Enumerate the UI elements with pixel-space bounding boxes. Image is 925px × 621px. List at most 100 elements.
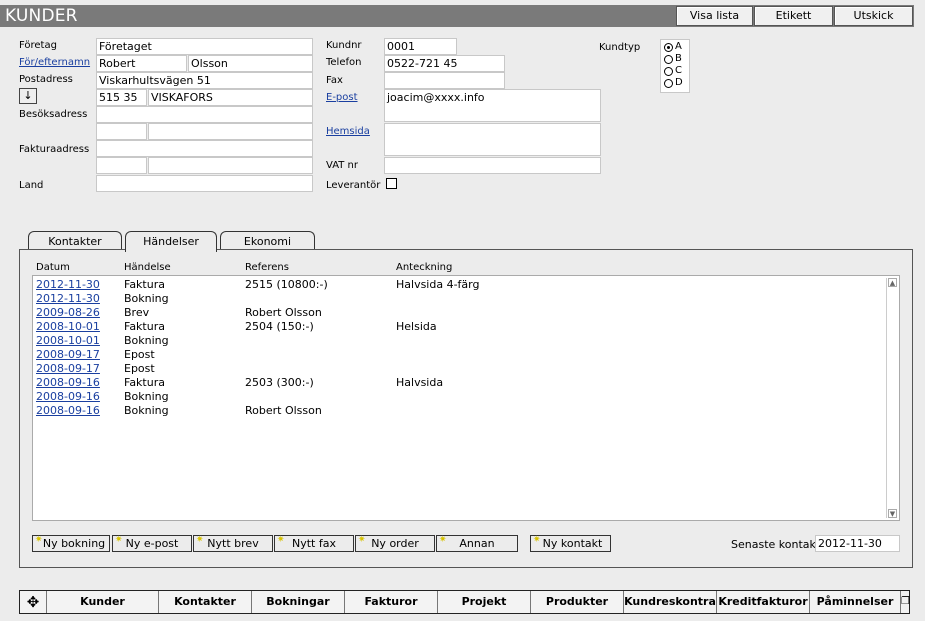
row-anteckning: Helsida bbox=[396, 320, 437, 333]
star-icon: ✷ bbox=[196, 535, 204, 545]
row-datum[interactable]: 2008-09-17 bbox=[36, 348, 100, 362]
table-row[interactable]: 2008-09-17 Epost bbox=[33, 362, 883, 376]
events-list[interactable]: 2012-11-30 Faktura 2515 (10800:-) Halvsida … bbox=[32, 275, 900, 521]
star-icon: ✷ bbox=[35, 535, 43, 545]
row-datum[interactable]: 2008-09-16 bbox=[36, 376, 100, 390]
fax-field[interactable] bbox=[384, 72, 505, 89]
kundtyp-radio-group: A B C D bbox=[660, 39, 690, 93]
nav-fakturor[interactable]: Fakturor bbox=[345, 591, 438, 613]
telefon-field[interactable]: 0522-721 45 bbox=[384, 55, 505, 72]
leverantor-checkbox[interactable] bbox=[386, 178, 397, 189]
vertical-scrollbar[interactable]: ▲ ▼ bbox=[886, 278, 897, 518]
row-anteckning: Halvsida 4-färg bbox=[396, 278, 480, 291]
window-icon[interactable]: ❐ bbox=[901, 591, 910, 613]
tab-ekonomi[interactable]: Ekonomi bbox=[220, 231, 315, 251]
visa-lista-button[interactable]: Visa lista bbox=[676, 6, 753, 26]
row-referens: 2503 (300:-) bbox=[245, 376, 314, 389]
hemsida-field[interactable] bbox=[384, 123, 601, 156]
namn-link[interactable]: För/efternamn bbox=[19, 56, 90, 70]
nav-projekt[interactable]: Projekt bbox=[438, 591, 531, 613]
radio-icon bbox=[664, 78, 673, 88]
foretag-field[interactable]: Företaget bbox=[96, 38, 313, 55]
postadress-field[interactable]: Viskarhultsvägen 51 bbox=[96, 72, 313, 89]
table-row[interactable]: 2012-11-30 Bokning bbox=[33, 292, 883, 306]
table-row[interactable]: 2008-10-01 Faktura 2504 (150:-) Helsida bbox=[33, 320, 883, 334]
row-datum[interactable]: 2009-08-26 bbox=[36, 306, 100, 320]
row-datum[interactable]: 2012-11-30 bbox=[36, 292, 100, 306]
row-anteckning: Halvsida bbox=[396, 376, 444, 389]
ny-bokning-button[interactable]: ✷ Ny bokning bbox=[32, 535, 110, 552]
nav-kundreskontra[interactable]: Kundreskontra bbox=[624, 591, 717, 613]
senaste-kontakt-label: Senaste kontakt bbox=[731, 538, 821, 551]
arrow-down-icon: ↓ bbox=[23, 89, 33, 102]
radio-icon bbox=[664, 66, 673, 76]
faktura-ort-field[interactable] bbox=[148, 157, 313, 174]
hemsida-link[interactable]: Hemsida bbox=[326, 125, 370, 139]
kundnr-label: Kundnr bbox=[326, 40, 362, 51]
row-handelse: Epost bbox=[124, 348, 155, 361]
table-row[interactable]: 2008-09-16 Faktura 2503 (300:-) Halvsida bbox=[33, 376, 883, 390]
telefon-label: Telefon bbox=[326, 57, 362, 68]
col-anteckning: Anteckning bbox=[396, 262, 453, 273]
row-datum[interactable]: 2008-09-16 bbox=[36, 404, 100, 418]
tab-kontakter[interactable]: Kontakter bbox=[28, 231, 122, 251]
row-datum[interactable]: 2008-10-01 bbox=[36, 320, 100, 334]
ny-kontakt-button[interactable]: ✷ Ny kontakt bbox=[530, 535, 611, 552]
fornamn-field[interactable]: Robert bbox=[96, 55, 187, 72]
scroll-up-icon[interactable]: ▲ bbox=[888, 278, 897, 287]
arrow-down-button[interactable]: ↓ bbox=[19, 88, 37, 104]
row-referens: 2504 (150:-) bbox=[245, 320, 314, 333]
star-icon: ✷ bbox=[533, 535, 541, 545]
row-handelse: Faktura bbox=[124, 278, 165, 291]
table-row[interactable]: 2012-11-30 Faktura 2515 (10800:-) Halvsida … bbox=[33, 278, 883, 292]
annan-button[interactable]: ✷ Annan bbox=[436, 535, 518, 552]
table-row[interactable]: 2009-08-26 Brev Robert Olsson bbox=[33, 306, 883, 320]
nav-bokningar[interactable]: Bokningar bbox=[252, 591, 345, 613]
table-row[interactable]: 2008-09-16 Bokning Robert Olsson bbox=[33, 404, 883, 418]
epost-link[interactable]: E-post bbox=[326, 91, 358, 105]
row-handelse: Bokning bbox=[124, 292, 169, 305]
ny-epost-button[interactable]: ✷ Ny e-post bbox=[112, 535, 192, 552]
nav-kontakter[interactable]: Kontakter bbox=[159, 591, 252, 613]
nav-kunder[interactable]: Kunder bbox=[47, 591, 159, 613]
besok-ort-field[interactable] bbox=[148, 123, 313, 140]
row-datum[interactable]: 2008-09-16 bbox=[36, 390, 100, 404]
nytt-brev-button[interactable]: ✷ Nytt brev bbox=[193, 535, 273, 552]
kundtyp-option-b[interactable]: B bbox=[664, 53, 682, 65]
vat-field[interactable] bbox=[384, 157, 601, 174]
utskick-button[interactable]: Utskick bbox=[834, 6, 913, 26]
row-handelse: Brev bbox=[124, 306, 150, 319]
table-row[interactable]: 2008-09-16 Bokning bbox=[33, 390, 883, 404]
nav-kreditfakturor[interactable]: Kreditfakturor bbox=[717, 591, 810, 613]
land-field[interactable] bbox=[96, 175, 313, 192]
table-row[interactable]: 2008-09-17 Epost bbox=[33, 348, 883, 362]
row-datum[interactable]: 2008-09-17 bbox=[36, 362, 100, 376]
kundnr-field[interactable]: 0001 bbox=[384, 38, 457, 55]
col-datum: Datum bbox=[36, 262, 70, 273]
row-datum[interactable]: 2012-11-30 bbox=[36, 278, 100, 292]
besoksadress-field[interactable] bbox=[96, 106, 313, 123]
kundtyp-option-c[interactable]: C bbox=[664, 65, 682, 77]
etikett-button[interactable]: Etikett bbox=[754, 6, 833, 26]
nav-paminnelser[interactable]: Påminnelser bbox=[810, 591, 901, 613]
row-datum[interactable]: 2008-10-01 bbox=[36, 334, 100, 348]
move-icon[interactable]: ✥ bbox=[20, 591, 47, 613]
ort-field[interactable]: VISKAFORS bbox=[148, 89, 313, 106]
table-row[interactable]: 2008-10-01 Bokning bbox=[33, 334, 883, 348]
efternamn-field[interactable]: Olsson bbox=[188, 55, 313, 72]
faktura-postnr-field[interactable] bbox=[96, 157, 147, 174]
star-icon: ✷ bbox=[439, 535, 447, 545]
epost-field[interactable]: joacim@xxxx.info bbox=[384, 89, 601, 122]
ny-order-button[interactable]: ✷ Ny order bbox=[355, 535, 435, 552]
nav-produkter[interactable]: Produkter bbox=[531, 591, 624, 613]
besok-postnr-field[interactable] bbox=[96, 123, 147, 140]
nytt-fax-button[interactable]: ✷ Nytt fax bbox=[274, 535, 354, 552]
kundtyp-option-d[interactable]: D bbox=[664, 77, 683, 89]
row-referens: Robert Olsson bbox=[245, 306, 322, 319]
senaste-kontakt-field[interactable]: 2012-11-30 bbox=[815, 535, 900, 552]
tab-handelser[interactable]: Händelser bbox=[125, 231, 217, 252]
kundtyp-option-a[interactable]: A bbox=[664, 41, 682, 53]
postnr-field[interactable]: 515 35 bbox=[96, 89, 147, 106]
scroll-down-icon[interactable]: ▼ bbox=[888, 509, 897, 518]
fakturaadress-field[interactable] bbox=[96, 140, 313, 157]
